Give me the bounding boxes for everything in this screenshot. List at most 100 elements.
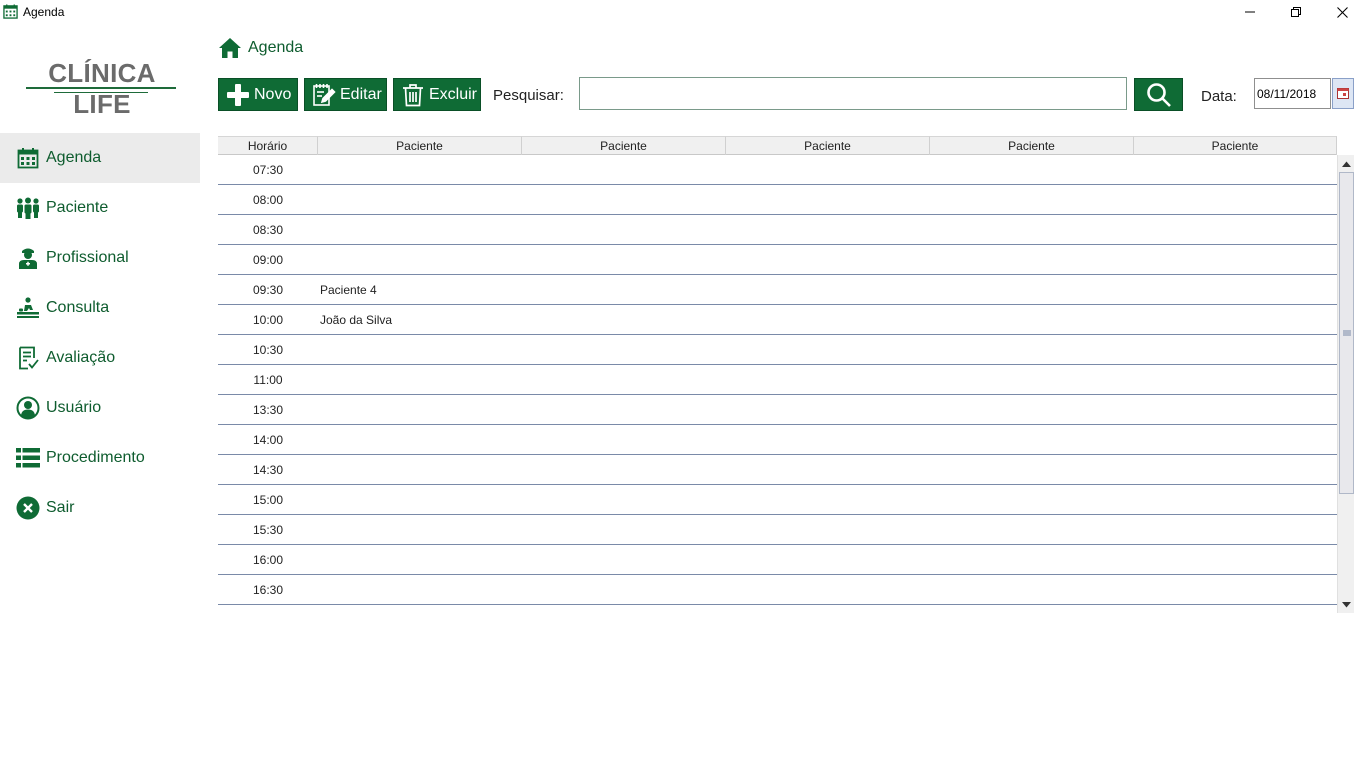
table-row[interactable]: 10:30 bbox=[218, 335, 1337, 365]
patient-cell[interactable] bbox=[1134, 365, 1337, 394]
column-header-paciente[interactable]: Paciente bbox=[318, 136, 522, 155]
patient-cell[interactable] bbox=[522, 485, 726, 514]
sidebar-item-consulta[interactable]: Consulta bbox=[0, 283, 200, 333]
patient-cell[interactable] bbox=[930, 365, 1134, 394]
vertical-scrollbar[interactable] bbox=[1337, 155, 1354, 613]
patient-cell[interactable] bbox=[522, 395, 726, 424]
patient-cell[interactable] bbox=[726, 575, 930, 604]
sidebar-item-procedimento[interactable]: Procedimento bbox=[0, 433, 200, 483]
patient-cell[interactable] bbox=[930, 275, 1134, 304]
patient-cell[interactable] bbox=[318, 215, 522, 244]
patient-cell[interactable] bbox=[930, 155, 1134, 184]
patient-cell[interactable] bbox=[318, 395, 522, 424]
table-row[interactable]: 09:30 Paciente 4 bbox=[218, 275, 1337, 305]
patient-cell[interactable] bbox=[1134, 515, 1337, 544]
patient-cell[interactable] bbox=[930, 575, 1134, 604]
patient-cell[interactable] bbox=[726, 425, 930, 454]
patient-cell[interactable] bbox=[930, 395, 1134, 424]
table-row[interactable]: 09:00 bbox=[218, 245, 1337, 275]
patient-cell[interactable] bbox=[522, 575, 726, 604]
search-button[interactable] bbox=[1134, 78, 1183, 111]
patient-cell[interactable] bbox=[726, 305, 930, 334]
column-header-paciente[interactable]: Paciente bbox=[1134, 136, 1337, 155]
novo-button[interactable]: Novo bbox=[218, 78, 298, 111]
date-field[interactable]: 08/11/2018 bbox=[1254, 78, 1331, 109]
patient-cell[interactable] bbox=[930, 215, 1134, 244]
patient-cell[interactable] bbox=[726, 275, 930, 304]
patient-cell[interactable] bbox=[522, 425, 726, 454]
table-row[interactable]: 14:30 bbox=[218, 455, 1337, 485]
table-row[interactable]: 08:30 bbox=[218, 215, 1337, 245]
table-row[interactable]: 13:30 bbox=[218, 395, 1337, 425]
table-row[interactable]: 15:30 bbox=[218, 515, 1337, 545]
patient-cell[interactable] bbox=[318, 245, 522, 274]
restore-button[interactable] bbox=[1273, 0, 1319, 24]
table-row[interactable]: 10:00 João da Silva bbox=[218, 305, 1337, 335]
patient-cell[interactable]: Paciente 4 bbox=[318, 275, 522, 304]
minimize-button[interactable] bbox=[1227, 0, 1273, 24]
patient-cell[interactable] bbox=[930, 425, 1134, 454]
patient-cell[interactable] bbox=[726, 215, 930, 244]
patient-cell[interactable] bbox=[726, 455, 930, 484]
patient-cell[interactable] bbox=[726, 515, 930, 544]
column-header-paciente[interactable]: Paciente bbox=[522, 136, 726, 155]
patient-cell[interactable] bbox=[726, 185, 930, 214]
column-header-paciente[interactable]: Paciente bbox=[930, 136, 1134, 155]
patient-cell[interactable] bbox=[1134, 155, 1337, 184]
patient-cell[interactable] bbox=[318, 485, 522, 514]
patient-cell[interactable] bbox=[930, 335, 1134, 364]
patient-cell[interactable] bbox=[1134, 275, 1337, 304]
scroll-up-button[interactable] bbox=[1338, 155, 1355, 172]
patient-cell[interactable] bbox=[930, 485, 1134, 514]
patient-cell[interactable] bbox=[522, 335, 726, 364]
patient-cell[interactable] bbox=[1134, 545, 1337, 574]
patient-cell[interactable] bbox=[522, 185, 726, 214]
patient-cell[interactable]: João da Silva bbox=[318, 305, 522, 334]
patient-cell[interactable] bbox=[318, 425, 522, 454]
patient-cell[interactable] bbox=[522, 365, 726, 394]
patient-cell[interactable] bbox=[522, 545, 726, 574]
column-header-paciente[interactable]: Paciente bbox=[726, 136, 930, 155]
table-row[interactable]: 08:00 bbox=[218, 185, 1337, 215]
scroll-down-button[interactable] bbox=[1338, 596, 1355, 613]
patient-cell[interactable] bbox=[1134, 575, 1337, 604]
patient-cell[interactable] bbox=[318, 185, 522, 214]
patient-cell[interactable] bbox=[522, 245, 726, 274]
patient-cell[interactable] bbox=[1134, 455, 1337, 484]
patient-cell[interactable] bbox=[522, 455, 726, 484]
editar-button[interactable]: Editar bbox=[304, 78, 387, 111]
patient-cell[interactable] bbox=[1134, 215, 1337, 244]
patient-cell[interactable] bbox=[726, 245, 930, 274]
patient-cell[interactable] bbox=[726, 545, 930, 574]
patient-cell[interactable] bbox=[1134, 335, 1337, 364]
patient-cell[interactable] bbox=[1134, 425, 1337, 454]
patient-cell[interactable] bbox=[318, 545, 522, 574]
sidebar-item-avaliacao[interactable]: Avaliação bbox=[0, 333, 200, 383]
table-row[interactable]: 15:00 bbox=[218, 485, 1337, 515]
search-input[interactable] bbox=[579, 77, 1127, 110]
sidebar-item-agenda[interactable]: Agenda bbox=[0, 133, 200, 183]
table-row[interactable]: 16:30 bbox=[218, 575, 1337, 605]
patient-cell[interactable] bbox=[930, 545, 1134, 574]
patient-cell[interactable] bbox=[522, 515, 726, 544]
table-row[interactable]: 11:00 bbox=[218, 365, 1337, 395]
patient-cell[interactable] bbox=[318, 515, 522, 544]
patient-cell[interactable] bbox=[930, 515, 1134, 544]
patient-cell[interactable] bbox=[726, 365, 930, 394]
patient-cell[interactable] bbox=[726, 395, 930, 424]
sidebar-item-usuario[interactable]: Usuário bbox=[0, 383, 200, 433]
scroll-thumb[interactable] bbox=[1339, 172, 1354, 494]
table-row[interactable]: 07:30 bbox=[218, 155, 1337, 185]
patient-cell[interactable] bbox=[1134, 485, 1337, 514]
patient-cell[interactable] bbox=[1134, 395, 1337, 424]
sidebar-item-paciente[interactable]: Paciente bbox=[0, 183, 200, 233]
patient-cell[interactable] bbox=[522, 215, 726, 244]
patient-cell[interactable] bbox=[318, 155, 522, 184]
patient-cell[interactable] bbox=[1134, 185, 1337, 214]
patient-cell[interactable] bbox=[318, 365, 522, 394]
patient-cell[interactable] bbox=[726, 485, 930, 514]
patient-cell[interactable] bbox=[522, 275, 726, 304]
patient-cell[interactable] bbox=[726, 155, 930, 184]
patient-cell[interactable] bbox=[726, 335, 930, 364]
patient-cell[interactable] bbox=[930, 305, 1134, 334]
